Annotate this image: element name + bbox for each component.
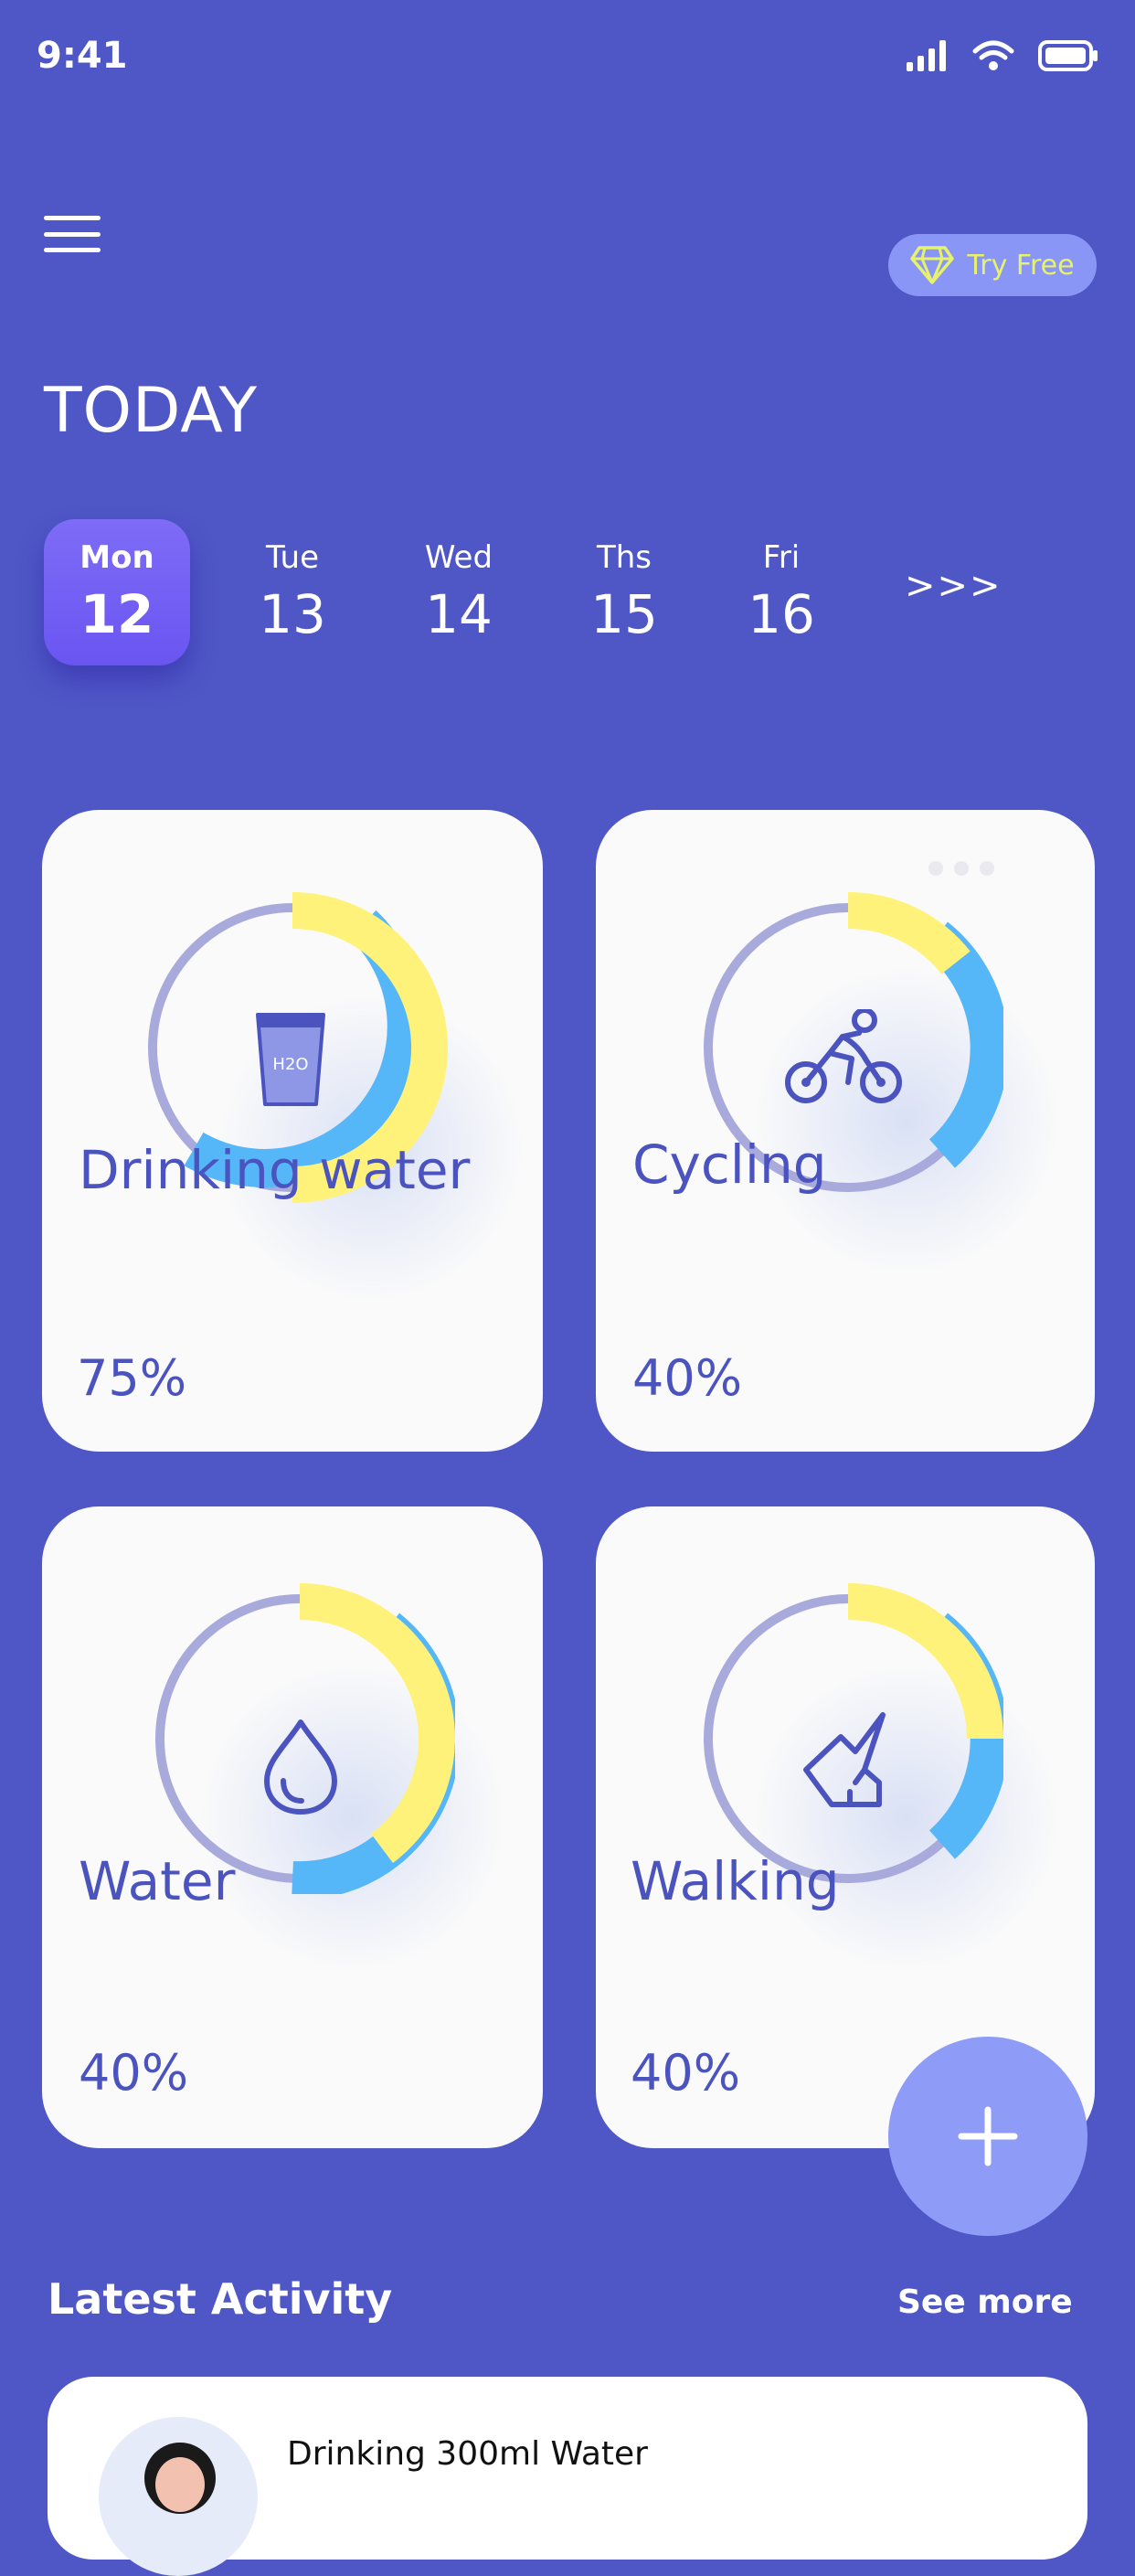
plus-icon [958,2106,1018,2166]
add-button[interactable] [888,2037,1087,2236]
day-date: 12 [80,583,154,645]
try-free-label: Try Free [967,249,1075,282]
menu-icon[interactable] [44,216,101,252]
day-date: 16 [748,583,815,645]
activity-title: Drinking 300ml Water [287,2435,648,2473]
day-name: Fri [762,539,801,576]
day-mon[interactable]: Mon 12 [44,519,190,665]
card-percent: 40% [632,1349,743,1407]
activity-card-drinking-water[interactable]: H2O Drinking water 75% [42,810,543,1452]
day-date: 15 [590,583,658,645]
page-title: TODAY [44,375,259,447]
battery-icon [1038,40,1098,71]
card-title: Cycling [632,1134,827,1196]
activity-card-water[interactable]: Water 40% [42,1506,543,2148]
section-heading: Latest Activity [48,2274,393,2324]
status-time: 9:41 [37,35,128,77]
day-fri[interactable]: Fri 16 [708,519,854,665]
activity-card-cycling[interactable]: Cycling 40% [596,810,1095,1452]
day-name: Wed [424,539,493,576]
sneaker-icon [803,1712,886,1807]
status-icons [907,40,1098,71]
day-name: Mon [80,539,154,576]
water-drop-icon [264,1719,337,1815]
water-glass-icon: H2O [256,1013,325,1106]
day-thu[interactable]: Ths 15 [551,519,697,665]
card-menu-dots[interactable] [928,861,994,876]
day-date: 13 [259,583,326,645]
card-percent: 40% [631,2044,741,2102]
bicycle-icon [785,1009,902,1103]
card-percent: 40% [79,2044,189,2102]
wifi-icon [972,40,1014,70]
avatar [99,2417,258,2576]
day-wed[interactable]: Wed 14 [386,519,532,665]
diamond-icon [910,246,955,284]
svg-text:H2O: H2O [272,1055,308,1074]
card-title: Walking [631,1850,840,1912]
day-name: Tue [265,539,320,576]
card-percent: 75% [77,1349,187,1407]
day-name: Ths [596,539,652,576]
see-more-link[interactable]: See more [897,2283,1073,2321]
day-tue[interactable]: Tue 13 [219,519,366,665]
day-date: 14 [425,583,493,645]
signal-icon [907,40,946,71]
card-title: Drinking water [79,1139,471,1201]
latest-activity-item[interactable]: Drinking 300ml Water [48,2377,1087,2576]
more-days-button[interactable]: >>> [905,565,1002,607]
card-title: Water [79,1850,236,1912]
try-free-button[interactable]: Try Free [888,234,1097,296]
